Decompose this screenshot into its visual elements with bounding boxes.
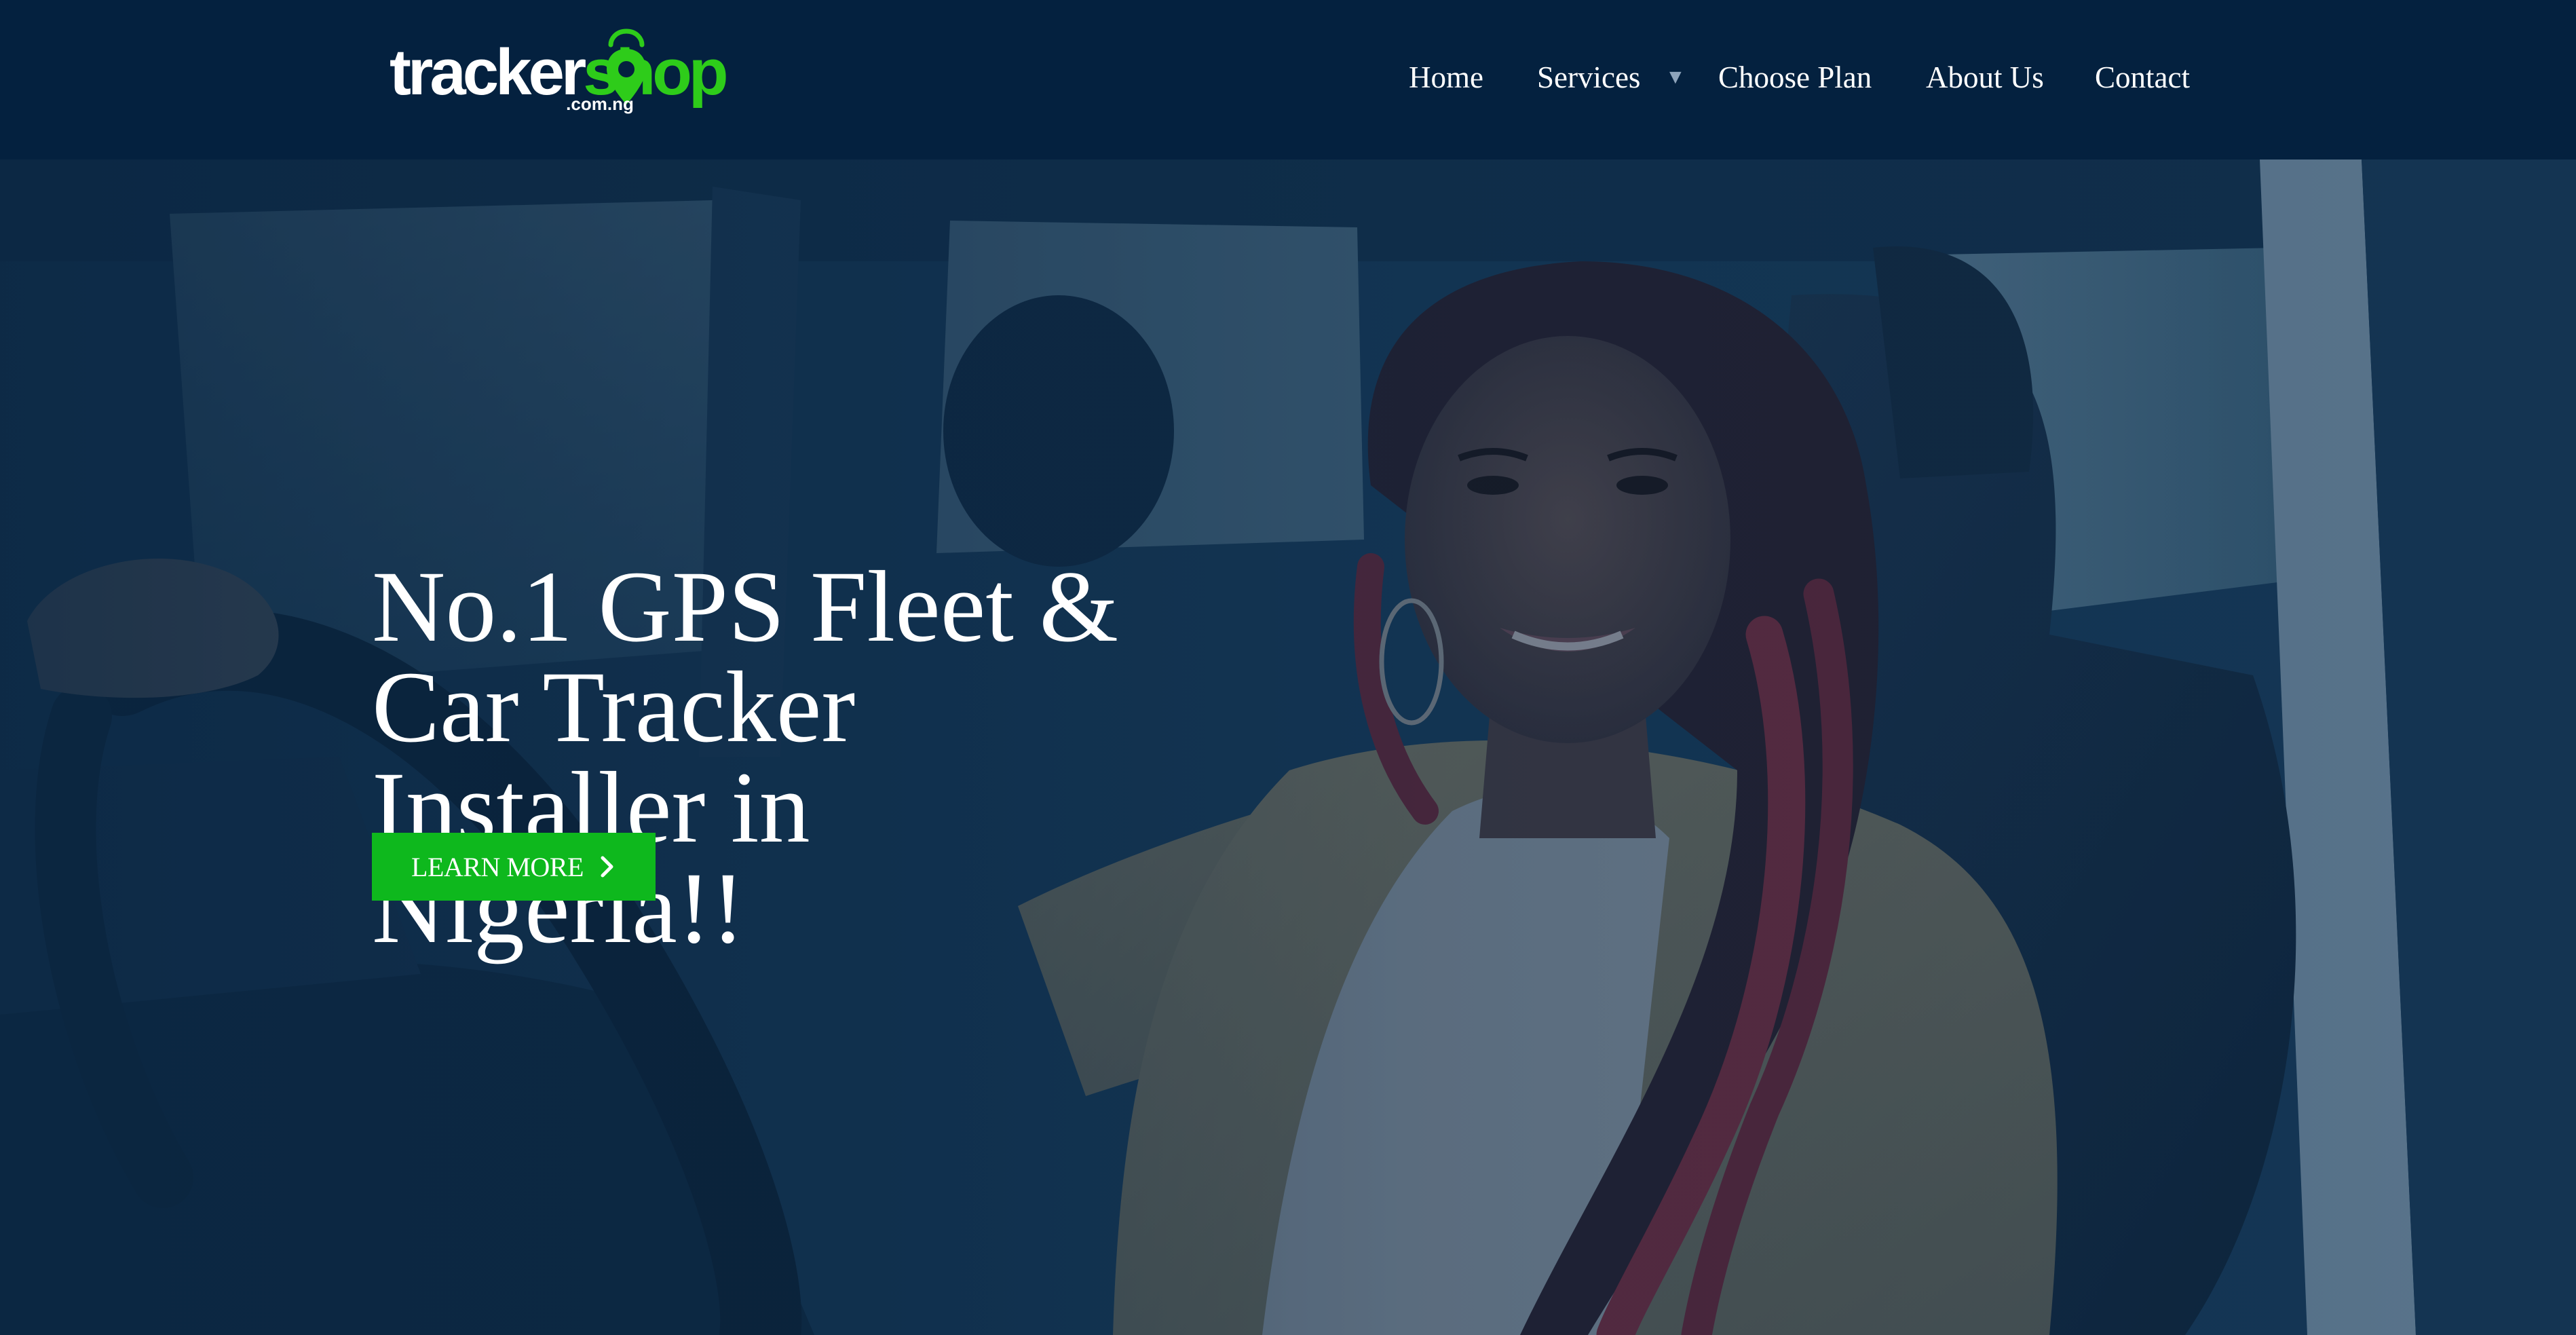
learn-more-label: LEARN MORE bbox=[411, 851, 584, 882]
hero-section: No.1 GPS Fleet & Car Tracker Installer i… bbox=[0, 159, 2576, 1335]
site-header: trackershop .com.ng Home Services ▼ Choo… bbox=[0, 0, 2576, 159]
learn-more-button[interactable]: LEARN MORE bbox=[372, 833, 656, 901]
nav-item-about-us[interactable]: About Us bbox=[1926, 57, 2044, 98]
nav-item-choose-plan[interactable]: Choose Plan bbox=[1718, 57, 1872, 98]
main-nav: Home Services ▼ Choose Plan About Us Con… bbox=[0, 57, 2576, 98]
nav-item-contact[interactable]: Contact bbox=[2095, 57, 2190, 98]
nav-item-services[interactable]: Services bbox=[1537, 57, 1640, 98]
chevron-right-icon bbox=[601, 856, 613, 878]
triangle-down-icon[interactable]: ▼ bbox=[1665, 61, 1686, 94]
page: trackershop .com.ng Home Services ▼ Choo… bbox=[0, 0, 2576, 1335]
nav-item-home[interactable]: Home bbox=[1409, 57, 1483, 98]
